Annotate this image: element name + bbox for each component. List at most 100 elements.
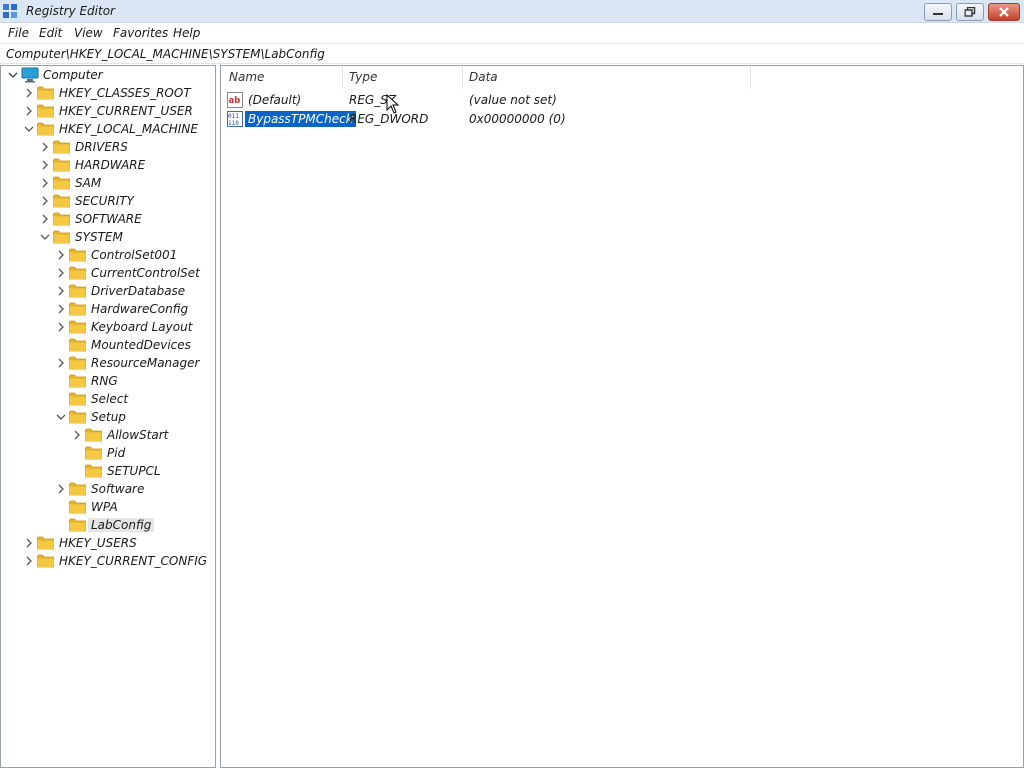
- menu-bar: File Edit View Favorites Help: [0, 23, 1024, 43]
- tree-item[interactable]: SECURITY: [1, 192, 215, 210]
- chevron-down-icon[interactable]: [7, 67, 19, 83]
- column-header-type[interactable]: Type: [349, 70, 377, 84]
- folder-icon: [69, 356, 86, 370]
- tree-item[interactable]: SETUPCL: [1, 462, 215, 480]
- tree-item-label: SETUPCL: [107, 464, 161, 478]
- tree-item[interactable]: HKEY_USERS: [1, 534, 215, 552]
- tree-item-label: SECURITY: [75, 194, 134, 208]
- folder-icon: [69, 500, 86, 514]
- tree-item[interactable]: Setup: [1, 408, 215, 426]
- tree-item[interactable]: WPA: [1, 498, 215, 516]
- tree-item-label: HKEY_LOCAL_MACHINE: [59, 122, 198, 136]
- tree-item-label: DRIVERS: [75, 140, 128, 154]
- tree-item[interactable]: HKEY_LOCAL_MACHINE: [1, 120, 215, 138]
- tree-item-label: HKEY_CURRENT_CONFIG: [59, 554, 208, 568]
- folder-icon: [69, 302, 86, 316]
- tree-item[interactable]: HKEY_CURRENT_USER: [1, 102, 215, 120]
- chevron-down-icon[interactable]: [55, 409, 67, 425]
- tree-item[interactable]: Select: [1, 390, 215, 408]
- chevron-right-icon[interactable]: [55, 265, 67, 281]
- folder-icon: [69, 482, 86, 496]
- column-separator[interactable]: [462, 67, 463, 89]
- chevron-right-icon[interactable]: [39, 211, 51, 227]
- tree-item[interactable]: HKEY_CURRENT_CONFIG: [1, 552, 215, 570]
- tree-item-label: Pid: [107, 446, 126, 460]
- chevron-right-icon[interactable]: [23, 553, 35, 569]
- key-tree[interactable]: Computer HKEY_CLASSES_ROOT HKEY_CURRENT_U…: [0, 65, 216, 768]
- chevron-right-icon[interactable]: [23, 85, 35, 101]
- tree-item-label: HKEY_CLASSES_ROOT: [59, 86, 191, 100]
- tree-item[interactable]: ResourceManager: [1, 354, 215, 372]
- folder-icon: [53, 194, 70, 208]
- tree-item-label: Setup: [91, 410, 126, 424]
- tree-item[interactable]: HKEY_CLASSES_ROOT: [1, 84, 215, 102]
- chevron-right-icon[interactable]: [71, 427, 83, 443]
- menu-favorites[interactable]: Favorites: [113, 26, 168, 40]
- column-header-name[interactable]: Name: [229, 70, 264, 84]
- tree-item[interactable]: Software: [1, 480, 215, 498]
- folder-icon: [69, 374, 86, 388]
- menu-help[interactable]: Help: [173, 26, 200, 40]
- chevron-right-icon[interactable]: [39, 193, 51, 209]
- tree-item[interactable]: SOFTWARE: [1, 210, 215, 228]
- chevron-right-icon[interactable]: [23, 535, 35, 551]
- tree-item[interactable]: SAM: [1, 174, 215, 192]
- close-button[interactable]: [988, 3, 1020, 21]
- column-separator[interactable]: [750, 67, 751, 89]
- value-name[interactable]: (Default): [245, 92, 304, 108]
- tree-item[interactable]: AllowStart: [1, 426, 215, 444]
- tree-item[interactable]: Pid: [1, 444, 215, 462]
- chevron-right-icon[interactable]: [55, 319, 67, 335]
- chevron-right-icon[interactable]: [55, 355, 67, 371]
- tree-item-label: CurrentControlSet: [91, 266, 200, 280]
- chevron-right-icon[interactable]: [55, 481, 67, 497]
- minimize-button[interactable]: [924, 3, 952, 21]
- menu-file[interactable]: File: [8, 26, 29, 40]
- chevron-right-icon[interactable]: [55, 247, 67, 263]
- tree-item[interactable]: HARDWARE: [1, 156, 215, 174]
- column-header-data[interactable]: Data: [469, 70, 498, 84]
- regedit-icon: [3, 4, 17, 18]
- tree-item[interactable]: RNG: [1, 372, 215, 390]
- folder-icon: [69, 392, 86, 406]
- chevron-right-icon[interactable]: [55, 283, 67, 299]
- tree-item-label: MountedDevices: [91, 338, 191, 352]
- tree-item[interactable]: DriverDatabase: [1, 282, 215, 300]
- tree-item-label: RNG: [91, 374, 118, 388]
- value-row[interactable]: 011 110 BypassTPMCheck REG_DWORD 0x00000…: [225, 110, 825, 129]
- column-separator[interactable]: [342, 67, 343, 89]
- restore-button[interactable]: [956, 3, 984, 21]
- values-list[interactable]: Name Type Data ab (Default) REG_SZ (valu…: [220, 65, 1024, 768]
- tree-item-label: HKEY_USERS: [59, 536, 137, 550]
- chevron-right-icon[interactable]: [39, 175, 51, 191]
- tree-item-label: DriverDatabase: [91, 284, 186, 298]
- value-name[interactable]: BypassTPMCheck: [245, 111, 356, 127]
- chevron-down-icon[interactable]: [39, 229, 51, 245]
- chevron-right-icon[interactable]: [39, 139, 51, 155]
- chevron-right-icon[interactable]: [39, 157, 51, 173]
- tree-item[interactable]: Keyboard Layout: [1, 318, 215, 336]
- address-path[interactable]: Computer\HKEY_LOCAL_MACHINE\SYSTEM\LabCo…: [6, 47, 325, 61]
- tree-item[interactable]: CurrentControlSet: [1, 264, 215, 282]
- tree-item-label: SOFTWARE: [75, 212, 142, 226]
- value-row[interactable]: ab (Default) REG_SZ (value not set): [225, 91, 825, 110]
- computer-icon: [21, 67, 39, 83]
- tree-item-label: HARDWARE: [75, 158, 146, 172]
- svg-text:ab: ab: [229, 96, 241, 106]
- tree-item[interactable]: MountedDevices: [1, 336, 215, 354]
- folder-icon: [53, 230, 70, 244]
- tree-item[interactable]: ControlSet001: [1, 246, 215, 264]
- menu-edit[interactable]: Edit: [39, 26, 62, 40]
- tree-item-label: SAM: [75, 176, 102, 190]
- menu-view[interactable]: View: [74, 26, 103, 40]
- tree-item[interactable]: DRIVERS: [1, 138, 215, 156]
- tree-item[interactable]: LabConfig: [1, 516, 215, 534]
- chevron-right-icon[interactable]: [23, 103, 35, 119]
- chevron-down-icon[interactable]: [23, 121, 35, 137]
- tree-item-computer[interactable]: Computer: [1, 66, 215, 84]
- tree-item-label: AllowStart: [107, 428, 169, 442]
- tree-item[interactable]: HardwareConfig: [1, 300, 215, 318]
- address-bar[interactable]: Computer\HKEY_LOCAL_MACHINE\SYSTEM\LabCo…: [0, 43, 1024, 64]
- chevron-right-icon[interactable]: [55, 301, 67, 317]
- tree-item[interactable]: SYSTEM: [1, 228, 215, 246]
